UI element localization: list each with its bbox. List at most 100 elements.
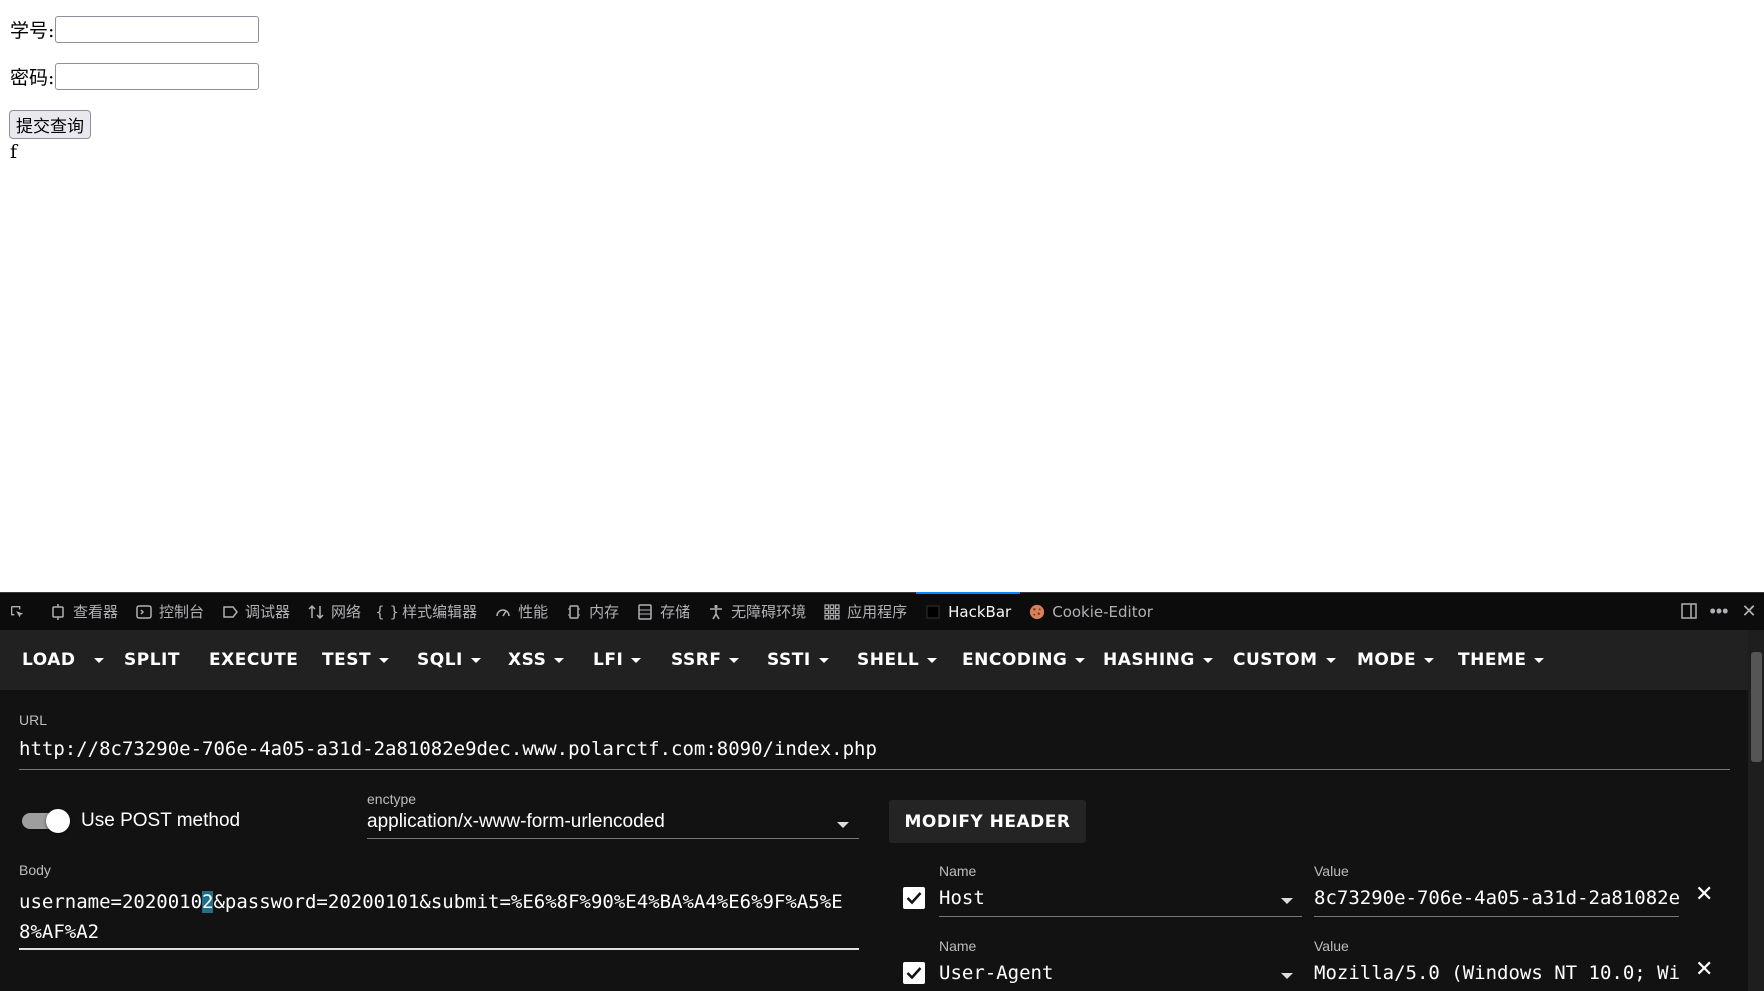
tab-hackbar[interactable]: HackBar xyxy=(916,591,1021,631)
tab-style-editor[interactable]: { } 样式编辑器 xyxy=(370,593,486,631)
menu-mode[interactable]: MODE xyxy=(1357,630,1435,690)
header-row: Name Host Value 8c73290e-706e-4a05-a31d-2a8… xyxy=(900,863,1720,929)
header-name-dropdown-icon[interactable] xyxy=(1281,898,1293,904)
password-input[interactable] xyxy=(55,63,260,90)
header-enabled-checkbox[interactable] xyxy=(903,887,925,909)
hackbar-icon xyxy=(925,604,941,620)
load-dropdown-icon[interactable] xyxy=(86,630,104,690)
tab-label: Cookie-Editor xyxy=(1052,602,1153,621)
body-textarea[interactable]: username=20200102&password=20200101&subm… xyxy=(19,887,859,947)
submit-button[interactable]: 提交查询 xyxy=(9,110,91,139)
tab-accessibility[interactable]: 无障碍环境 xyxy=(699,593,815,631)
devtools-panel: 查看器 控制台 调试器 网络 { } 样式编辑器 性能 内存 存储 无障碍环境 应用程序 HackBa… xyxy=(0,591,1764,991)
chevron-down-icon xyxy=(1325,657,1336,663)
url-underline xyxy=(19,769,1730,770)
tab-label: HackBar xyxy=(948,602,1012,621)
tab-storage[interactable]: 存储 xyxy=(628,593,699,631)
menu-load[interactable]: LOAD xyxy=(22,630,76,690)
menu-lfi[interactable]: LFI xyxy=(593,630,642,690)
header-value-underline xyxy=(1314,916,1679,917)
accessibility-icon xyxy=(708,604,724,620)
network-icon xyxy=(308,604,324,620)
enctype-label: enctype xyxy=(367,791,417,807)
remove-header-icon[interactable]: ✕ xyxy=(1695,881,1713,907)
body-text-before: username=2020010 xyxy=(19,891,203,913)
chevron-down-icon xyxy=(1202,657,1213,663)
chevron-down-icon xyxy=(927,657,938,663)
body-label: Body xyxy=(19,862,51,878)
tab-label: 调试器 xyxy=(245,603,291,621)
tab-application[interactable]: 应用程序 xyxy=(815,593,916,631)
console-icon xyxy=(136,604,152,620)
modify-header-button[interactable]: MODIFY HEADER xyxy=(889,800,1086,843)
menu-label: LFI xyxy=(593,650,624,670)
tab-label: 样式编辑器 xyxy=(402,603,478,621)
tab-debugger[interactable]: 调试器 xyxy=(213,593,299,631)
menu-split[interactable]: SPLIT xyxy=(124,630,180,690)
header-row: Name User-Agent Value Mozilla/5.0 (Windows … xyxy=(900,938,1720,991)
scrollbar[interactable] xyxy=(1748,630,1764,991)
dock-side-icon[interactable] xyxy=(1674,592,1704,630)
menu-xss[interactable]: XSS xyxy=(508,630,565,690)
tab-inspector[interactable]: 查看器 xyxy=(41,593,127,631)
more-options-icon[interactable]: ••• xyxy=(1704,592,1734,630)
header-value-input[interactable]: 8c73290e-706e-4a05-a31d-2a81082e9dec.www… xyxy=(1314,887,1679,909)
menu-hashing[interactable]: HASHING xyxy=(1103,630,1213,690)
url-label: URL xyxy=(19,712,48,728)
header-enabled-checkbox[interactable] xyxy=(903,962,925,984)
menu-label: CUSTOM xyxy=(1233,650,1318,670)
enctype-dropdown-icon[interactable] xyxy=(837,822,849,828)
menu-execute[interactable]: EXECUTE xyxy=(209,630,298,690)
header-value-label: Value xyxy=(1314,863,1349,879)
remove-header-icon[interactable]: ✕ xyxy=(1695,956,1713,982)
tab-memory[interactable]: 内存 xyxy=(557,593,628,631)
close-devtools-icon[interactable]: ✕ xyxy=(1734,592,1764,630)
header-name-input[interactable]: Host xyxy=(939,887,985,909)
password-label: 密码: xyxy=(10,67,55,89)
menu-label: SSTI xyxy=(767,650,811,670)
devtools-toolbar-right: ••• ✕ xyxy=(1674,592,1764,630)
menu-label: SHELL xyxy=(857,650,920,670)
memory-icon xyxy=(566,604,582,620)
menu-test[interactable]: TEST xyxy=(322,630,390,690)
chevron-down-icon xyxy=(631,657,642,663)
menu-label: MODE xyxy=(1357,650,1417,670)
tab-performance[interactable]: 性能 xyxy=(486,593,557,631)
menu-custom[interactable]: CUSTOM xyxy=(1233,630,1336,690)
tab-label: 应用程序 xyxy=(847,603,908,621)
menu-shell[interactable]: SHELL xyxy=(857,630,938,690)
enctype-select[interactable]: application/x-www-form-urlencoded xyxy=(367,811,665,833)
element-picker-icon xyxy=(9,604,25,620)
menu-label: THEME xyxy=(1458,650,1527,670)
menu-label: EXECUTE xyxy=(209,650,299,670)
chevron-down-icon xyxy=(1075,657,1086,663)
menu-ssti[interactable]: SSTI xyxy=(767,630,829,690)
menu-sqli[interactable]: SQLI xyxy=(417,630,481,690)
tab-cookie[interactable]: Cookie-Editor xyxy=(1020,593,1162,631)
menu-label: LOAD xyxy=(22,650,76,670)
tab-network[interactable]: 网络 xyxy=(299,593,370,631)
storage-icon xyxy=(637,603,653,620)
tab-label: 无障碍环境 xyxy=(731,603,807,621)
student-id-input[interactable] xyxy=(55,16,260,43)
header-value-label: Value xyxy=(1314,938,1349,954)
header-name-label: Name xyxy=(939,938,977,954)
tab-element-picker[interactable] xyxy=(0,593,41,631)
menu-ssrf[interactable]: SSRF xyxy=(671,630,740,690)
menu-encoding[interactable]: ENCODING xyxy=(962,630,1086,690)
menu-label: XSS xyxy=(508,650,547,670)
tab-label: 性能 xyxy=(518,603,549,621)
chevron-down-icon xyxy=(1424,657,1435,663)
student-id-row: 学号: xyxy=(10,16,260,43)
header-name-input[interactable]: User-Agent xyxy=(939,962,1053,984)
header-value-input[interactable]: Mozilla/5.0 (Windows NT 10.0; Win64; x64… xyxy=(1314,962,1679,984)
check-icon xyxy=(906,967,922,980)
header-name-dropdown-icon[interactable] xyxy=(1281,973,1293,979)
tab-console[interactable]: 控制台 xyxy=(127,593,213,631)
post-method-toggle[interactable] xyxy=(22,809,70,833)
url-input[interactable]: http://8c73290e-706e-4a05-a31d-2a81082e9… xyxy=(19,738,877,760)
menu-theme[interactable]: THEME xyxy=(1458,630,1545,690)
scrollbar-thumb[interactable] xyxy=(1751,652,1762,762)
body-underline xyxy=(19,948,859,950)
toggle-knob xyxy=(46,809,70,833)
